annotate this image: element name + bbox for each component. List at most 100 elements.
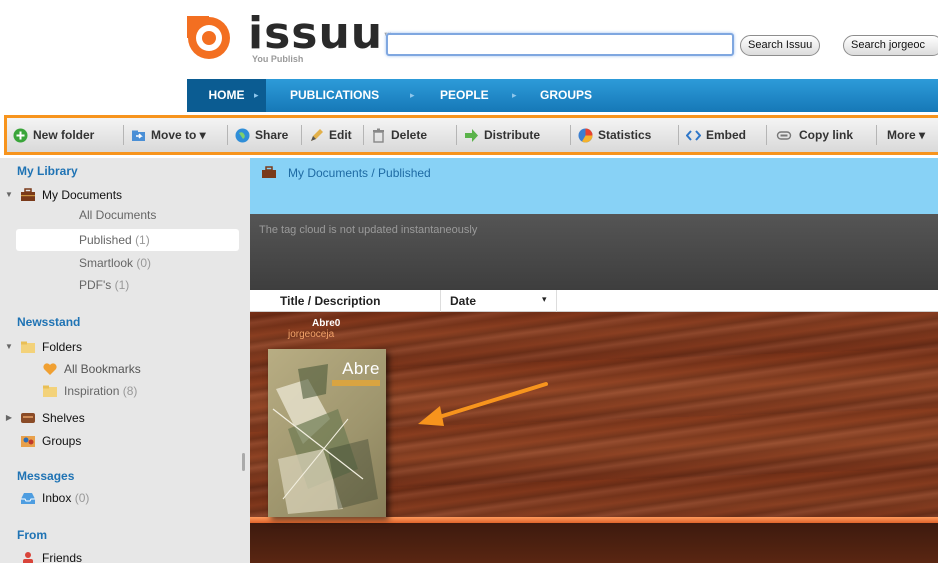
messages-heading[interactable]: Messages bbox=[17, 469, 74, 483]
copy-link-button[interactable]: Copy link bbox=[774, 118, 853, 152]
search-issuu-button[interactable]: Search Issuu bbox=[740, 35, 821, 56]
inbox-icon bbox=[21, 492, 35, 504]
publication-cover[interactable]: Abre bbox=[268, 349, 386, 517]
shelves-item[interactable]: ▶ Shelves bbox=[4, 407, 85, 428]
smartlook-item[interactable]: Smartlook (0) bbox=[79, 256, 151, 270]
statistics-label: Statistics bbox=[598, 128, 652, 142]
library-toolbar: New folder Move to ▾ Share Edit Delete D… bbox=[7, 118, 938, 152]
delete-button[interactable]: Delete bbox=[371, 118, 427, 152]
nav-separator: ▸ bbox=[512, 90, 517, 100]
publication-author[interactable]: jorgeoceja bbox=[288, 329, 334, 340]
link-icon bbox=[776, 130, 792, 140]
sidebar-resize-handle[interactable] bbox=[242, 453, 245, 471]
date-column[interactable]: Date bbox=[450, 294, 476, 308]
issuu-logo-icon[interactable] bbox=[187, 16, 231, 60]
all-bookmarks-label: All Bookmarks bbox=[64, 361, 141, 376]
briefcase-icon bbox=[262, 166, 276, 178]
inspiration-count: (8) bbox=[122, 383, 138, 398]
logo-text: issuu bbox=[248, 8, 384, 59]
site-header: issuu™ You Publish Search Issuu Search j… bbox=[0, 0, 938, 78]
toolbar-divider bbox=[456, 125, 457, 145]
new-folder-button[interactable]: New folder bbox=[13, 118, 94, 152]
code-icon bbox=[686, 129, 701, 141]
folder-icon bbox=[21, 341, 35, 353]
breadcrumb[interactable]: My Documents / Published bbox=[288, 166, 431, 180]
inbox-label: Inbox bbox=[42, 490, 72, 505]
inbox-count: (0) bbox=[74, 490, 90, 505]
all-bookmarks-item[interactable]: All Bookmarks bbox=[36, 358, 141, 379]
embed-button[interactable]: Embed bbox=[686, 118, 746, 152]
inspiration-label: Inspiration bbox=[64, 383, 120, 398]
shelves-label: Shelves bbox=[42, 410, 85, 425]
sort-dropdown-icon[interactable]: ▾ bbox=[542, 294, 547, 305]
orange-arrow-icon bbox=[418, 382, 548, 426]
toolbar-divider bbox=[227, 125, 228, 145]
delete-label: Delete bbox=[391, 128, 428, 142]
my-documents-label: My Documents bbox=[42, 187, 123, 202]
groups-label: Groups bbox=[42, 433, 82, 448]
nav-publications[interactable]: PUBLICATIONS bbox=[290, 79, 379, 112]
my-documents-item[interactable]: ▼ My Documents bbox=[4, 184, 122, 205]
collapse-triangle-icon[interactable]: ▶ bbox=[4, 413, 14, 422]
globe-icon bbox=[235, 128, 250, 142]
expand-triangle-icon[interactable]: ▼ bbox=[4, 190, 14, 199]
cover-strip bbox=[332, 380, 380, 386]
share-button[interactable]: Share bbox=[235, 118, 288, 152]
more-button[interactable]: More ▾ bbox=[887, 118, 925, 152]
publication-title[interactable]: Abre0 bbox=[312, 318, 340, 329]
folders-label: Folders bbox=[42, 339, 83, 354]
main-nav: HOME ▸ PUBLICATIONS ▸ PEOPLE ▸ GROUPS bbox=[187, 79, 938, 112]
column-divider bbox=[556, 290, 557, 312]
nav-people[interactable]: PEOPLE bbox=[440, 79, 489, 112]
folder-move-icon bbox=[132, 130, 145, 141]
inbox-item[interactable]: Inbox (0) bbox=[14, 487, 89, 508]
more-label: More ▾ bbox=[887, 128, 926, 142]
folder-icon bbox=[43, 385, 57, 397]
from-heading[interactable]: From bbox=[17, 528, 47, 542]
bookmark-heart-icon bbox=[43, 362, 57, 375]
add-circle-icon bbox=[13, 128, 28, 142]
pdfs-label: PDF's bbox=[79, 278, 112, 292]
embed-label: Embed bbox=[706, 128, 747, 142]
person-icon bbox=[23, 551, 33, 563]
shelf-icon bbox=[21, 412, 35, 423]
pdfs-item[interactable]: PDF's (1) bbox=[79, 278, 129, 292]
edit-button[interactable]: Edit bbox=[309, 118, 352, 152]
trash-icon bbox=[373, 128, 384, 143]
main-content: My Documents / Published The tag cloud i… bbox=[250, 158, 938, 563]
published-count: (1) bbox=[135, 233, 150, 247]
library-sidebar: My Library ▼ My Documents All Documents … bbox=[0, 158, 250, 563]
smartlook-count: (0) bbox=[136, 256, 152, 270]
folders-item[interactable]: ▼ Folders bbox=[4, 336, 82, 357]
my-library-heading[interactable]: My Library bbox=[17, 164, 78, 178]
pencil-icon bbox=[311, 128, 323, 141]
nav-separator: ▸ bbox=[410, 90, 415, 100]
search-input[interactable] bbox=[386, 33, 734, 56]
logo-tagline: You Publish bbox=[252, 54, 304, 64]
distribute-button[interactable]: Distribute bbox=[464, 118, 540, 152]
toolbar-divider bbox=[876, 125, 877, 145]
groups-item[interactable]: Groups bbox=[14, 430, 81, 451]
new-folder-label: New folder bbox=[33, 128, 95, 142]
logo-wordmark[interactable]: issuu™ bbox=[248, 10, 394, 58]
column-header: Title / Description Date ▾ bbox=[250, 290, 938, 312]
move-to-label: Move to ▾ bbox=[151, 128, 206, 142]
friends-item[interactable]: Friends bbox=[14, 547, 82, 563]
title-description-column[interactable]: Title / Description bbox=[280, 294, 380, 308]
nav-groups[interactable]: GROUPS bbox=[540, 79, 592, 112]
smartlook-label: Smartlook bbox=[79, 256, 134, 270]
all-documents-item[interactable]: All Documents bbox=[79, 208, 156, 222]
toolbar-divider bbox=[363, 125, 364, 145]
newsstand-heading[interactable]: Newsstand bbox=[17, 315, 80, 329]
move-to-button[interactable]: Move to ▾ bbox=[131, 118, 206, 152]
cover-title: Abre bbox=[342, 359, 380, 378]
search-user-button[interactable]: Search jorgeoc bbox=[843, 35, 938, 56]
expand-triangle-icon[interactable]: ▼ bbox=[4, 342, 14, 351]
statistics-button[interactable]: Statistics bbox=[578, 118, 651, 152]
pie-chart-icon bbox=[578, 128, 593, 142]
edit-label: Edit bbox=[329, 128, 352, 142]
published-item[interactable]: Published (1) bbox=[79, 233, 150, 247]
inspiration-item[interactable]: Inspiration (8) bbox=[36, 380, 137, 401]
share-label: Share bbox=[255, 128, 289, 142]
toolbar-highlight: New folder Move to ▾ Share Edit Delete D… bbox=[4, 115, 938, 155]
